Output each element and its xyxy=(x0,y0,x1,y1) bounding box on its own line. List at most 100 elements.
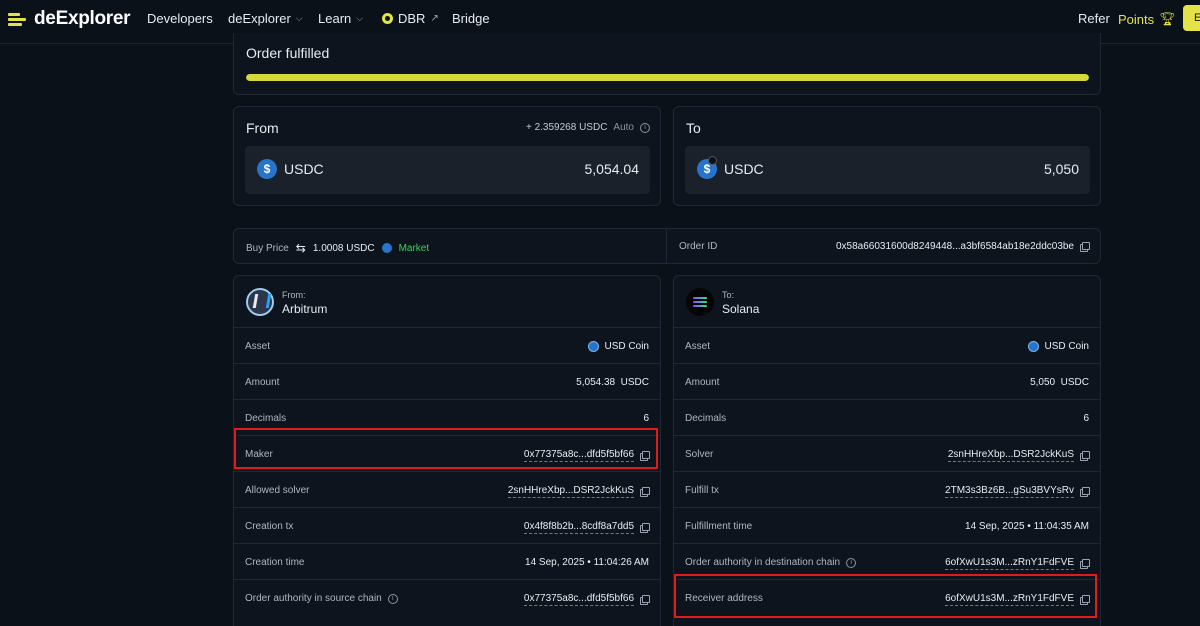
swap-icon[interactable]: ⇆ xyxy=(296,241,306,255)
row-value-text: USD Coin xyxy=(604,341,649,352)
nav-dbr[interactable]: DBR ↗ xyxy=(382,11,439,26)
brand-name: deExplorer xyxy=(34,8,131,29)
arbitrum-icon xyxy=(246,288,274,316)
trophy-icon: 🏆︎ xyxy=(1159,11,1176,26)
source-row-allowed-solver: Allowed solver 2snHHreXbp...DSR2JckKuS xyxy=(234,471,660,507)
source-row-amount: Amount 5,054.38 USDC xyxy=(234,363,660,399)
copy-icon[interactable] xyxy=(1080,559,1090,569)
copy-icon[interactable] xyxy=(640,595,650,605)
order-id: 0x58a66031600d8249448...a3bf6584ab18e2dd… xyxy=(836,241,1090,252)
row-label: Amount xyxy=(245,377,279,388)
nav-learn[interactable]: Learn ⌵ xyxy=(318,11,363,26)
row-value-text[interactable]: 0x77375a8c...dfd5f5bf66 xyxy=(523,593,634,606)
row-label-text: Asset xyxy=(245,341,271,352)
row-value-text[interactable]: 2TM3s3Bz6B...gSu3BVYsRv xyxy=(945,485,1074,498)
market-label: Market xyxy=(398,242,430,254)
row-value: 6 xyxy=(643,413,649,424)
solana-icon xyxy=(686,288,714,316)
to-token-amount: 5,050 xyxy=(1043,161,1079,177)
usdc-icon xyxy=(257,159,277,179)
row-label-text: Amount xyxy=(685,377,720,388)
order-id-value[interactable]: 0x58a66031600d8249448...a3bf6584ab18e2dd… xyxy=(836,241,1074,252)
row-label-text: Fulfill tx xyxy=(685,485,719,496)
nav-refer-label: Refer xyxy=(1078,11,1110,26)
chevron-down-icon: ⌵ xyxy=(295,13,303,23)
row-value: 6 xyxy=(1083,413,1089,424)
row-label: Allowed solver xyxy=(245,485,309,496)
maker-highlight-box xyxy=(234,428,658,469)
row-label: Creation time xyxy=(245,557,304,568)
auto-mode-label: Auto xyxy=(613,122,634,133)
row-value: 0x77375a8c...dfd5f5bf66 xyxy=(523,593,650,606)
nav-points[interactable]: Points 🏆︎ xyxy=(1118,11,1176,27)
logo-icon xyxy=(8,11,28,27)
row-label: Fulfillment time xyxy=(685,521,752,532)
from-card: From + 2.359268 USDC Auto i USDC 5,054.0… xyxy=(233,106,661,206)
copy-icon[interactable] xyxy=(1080,487,1090,497)
row-value: 5,050 USDC xyxy=(1030,377,1089,388)
usdc-icon xyxy=(587,341,599,352)
row-label: Decimals xyxy=(685,413,726,424)
info-icon[interactable]: i xyxy=(387,593,398,604)
row-value-text: 14 Sep, 2025 • 11:04:35 AM xyxy=(965,521,1089,532)
copy-icon[interactable] xyxy=(1080,242,1090,252)
source-direction-label: From: xyxy=(282,290,306,300)
row-value: USD Coin xyxy=(587,341,649,352)
row-label-text: Order authority in source chain xyxy=(245,593,382,604)
row-label-text: Asset xyxy=(685,341,711,352)
extra-amount: + 2.359268 USDC xyxy=(525,122,608,133)
source-chain-name: Arbitrum xyxy=(282,302,328,316)
row-value: 5,054.38 USDC xyxy=(576,377,649,388)
nav-cta-button[interactable]: E xyxy=(1183,5,1200,31)
nav-refer[interactable]: Refer xyxy=(1078,11,1110,26)
copy-icon[interactable] xyxy=(640,523,650,533)
to-card: To USDC 5,050 xyxy=(673,106,1101,206)
divider xyxy=(666,229,667,264)
destination-row-asset: Asset USD Coin xyxy=(674,327,1100,363)
order-status-card: Order fulfilled xyxy=(233,33,1101,95)
row-label-text: Fulfillment time xyxy=(685,521,753,532)
row-label-text: Allowed solver xyxy=(245,485,310,496)
row-label-text: Decimals xyxy=(245,413,287,424)
row-label: Decimals xyxy=(245,413,286,424)
usdc-icon xyxy=(381,243,392,253)
row-value-text[interactable]: 0x4f8f8b2b...8cdf8a7dd5 xyxy=(523,521,634,534)
destination-row-solver: Solver 2snHHreXbp...DSR2JckKuS xyxy=(674,435,1100,471)
nav-developers-label: Developers xyxy=(147,11,213,26)
row-value-text: 6 xyxy=(1083,413,1089,424)
info-icon[interactable]: i xyxy=(846,557,857,568)
row-value: 14 Sep, 2025 • 11:04:26 AM xyxy=(525,557,649,568)
from-token-box: USDC 5,054.04 xyxy=(245,146,650,194)
copy-icon[interactable] xyxy=(1080,451,1090,461)
from-card-meta: + 2.359268 USDC Auto i xyxy=(526,122,650,133)
row-label-text: Decimals xyxy=(685,413,727,424)
destination-row-decimals: Decimals 6 xyxy=(674,399,1100,435)
copy-icon[interactable] xyxy=(640,487,650,497)
row-value-text[interactable]: 2snHHreXbp...DSR2JckKuS xyxy=(507,485,634,498)
order-status-title: Order fulfilled xyxy=(246,45,330,61)
info-icon[interactable]: i xyxy=(640,122,650,133)
row-value-text[interactable]: 2snHHreXbp...DSR2JckKuS xyxy=(947,449,1074,462)
row-label: Fulfill tx xyxy=(685,485,719,496)
nav-bridge[interactable]: Bridge xyxy=(452,11,490,26)
nav-deexplorer[interactable]: deExplorer ⌵ xyxy=(228,11,303,26)
chevron-down-icon: ⌵ xyxy=(356,13,364,23)
nav-deexplorer-label: deExplorer xyxy=(228,11,291,26)
row-label: Creation tx xyxy=(245,521,293,532)
from-card-title: From xyxy=(246,120,279,136)
nav-developers[interactable]: Developers xyxy=(147,11,213,26)
row-value: 0x4f8f8b2b...8cdf8a7dd5 xyxy=(523,521,650,534)
row-value-text: 5,054.38 USDC xyxy=(576,377,649,388)
dbr-coin-icon xyxy=(382,13,393,24)
row-label-text: Amount xyxy=(245,377,280,388)
nav-points-label: Points xyxy=(1118,11,1155,27)
destination-row-fulfillment-time: Fulfillment time 14 Sep, 2025 • 11:04:35 … xyxy=(674,507,1100,543)
row-label: Asset xyxy=(685,341,710,352)
order-progress-bar xyxy=(246,74,1089,81)
row-value-text[interactable]: 6ofXwU1s3M...zRnY1FdFVE xyxy=(945,557,1074,570)
to-token-box: USDC 5,050 xyxy=(685,146,1090,194)
destination-row-fulfill-tx: Fulfill tx 2TM3s3Bz6B...gSu3BVYsRv xyxy=(674,471,1100,507)
from-token-symbol: USDC xyxy=(284,161,324,177)
brand-logo[interactable]: deExplorer xyxy=(8,8,131,30)
row-label-text: Order authority in destination chain xyxy=(685,557,841,568)
